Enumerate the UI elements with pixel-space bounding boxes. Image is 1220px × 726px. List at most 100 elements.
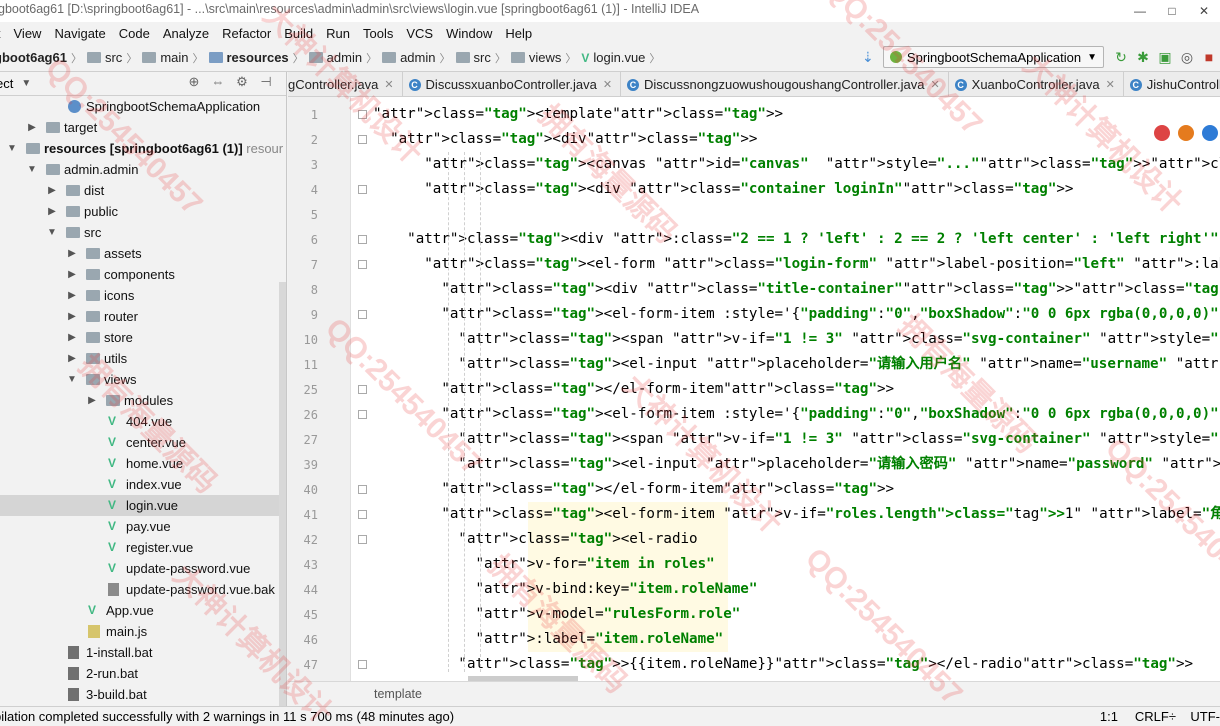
fold-marker-icon[interactable] — [358, 535, 367, 544]
coverage-icon[interactable]: ▣ — [1154, 49, 1176, 66]
tree-item[interactable]: update-password.vue.bak — [0, 579, 286, 600]
menu-view[interactable]: View — [14, 26, 42, 41]
tree-item[interactable]: Vhome.vue — [0, 453, 286, 474]
code-line[interactable]: "attr">v-model="rulesForm.role" — [373, 602, 741, 627]
breadcrumb-item[interactable]: gboot6ag61 〉 — [0, 50, 87, 66]
tree-item[interactable]: ▶ assets — [0, 243, 286, 264]
code-line[interactable]: "attr">class="tag"><div "attr">class="co… — [373, 177, 1073, 202]
close-button[interactable]: ✕ — [1188, 0, 1220, 22]
debug-icon[interactable]: ✱ — [1132, 49, 1154, 66]
breadcrumb-item[interactable]: main 〉 — [142, 50, 208, 66]
expand-right-icon[interactable]: ▶ — [66, 264, 78, 285]
tree-item[interactable]: Vcenter.vue — [0, 432, 286, 453]
tree-item[interactable]: Vpay.vue — [0, 516, 286, 537]
code-line[interactable]: "attr">class="tag"></el-form-item"attr">… — [373, 377, 894, 402]
tree-item[interactable]: ▶ target — [0, 117, 286, 138]
tree-item[interactable]: ▼ resources [springboot6ag61 (1)] resour — [0, 138, 286, 159]
code-line[interactable]: "attr">class="tag">>{{item.roleName}}"at… — [373, 652, 1193, 677]
code-line[interactable]: "attr">v-bind:key="item.roleName" — [373, 577, 758, 602]
expand-right-icon[interactable]: ▶ — [86, 390, 98, 411]
editor-tab[interactable]: C XuanboController.java ✕ — [949, 72, 1124, 97]
fold-marker-icon[interactable] — [358, 110, 367, 119]
editor-breadcrumb-item[interactable]: template — [374, 687, 422, 701]
tree-item[interactable]: ▶ modules — [0, 390, 286, 411]
expand-down-icon[interactable]: ▼ — [6, 138, 18, 159]
code-line[interactable]: "attr">class="tag"><span "attr">v-if="1 … — [373, 327, 1220, 352]
editor-tab[interactable]: C DiscussnongzuowushougoushangController.… — [621, 72, 949, 97]
breadcrumb-item[interactable]: src 〉 — [86, 50, 142, 66]
tree-item[interactable]: ▼ admin.admin — [0, 159, 286, 180]
code-line[interactable]: "attr">class="tag"><el-input "attr">plac… — [373, 452, 1220, 477]
code-line[interactable]: "attr">class="tag"><canvas "attr">id="ca… — [373, 152, 1220, 177]
code-line[interactable]: "attr">class="tag"><div "attr">:class="2… — [373, 227, 1220, 252]
breadcrumb-item[interactable]: Vlogin.vue 〉 — [581, 50, 665, 66]
expand-down-icon[interactable]: ▼ — [66, 369, 78, 390]
caret-position[interactable]: 1:1 — [1100, 707, 1118, 726]
expand-right-icon[interactable]: ▶ — [66, 327, 78, 348]
expand-right-icon[interactable]: ▶ — [46, 180, 58, 201]
tree-item[interactable]: SpringbootSchemaApplication — [0, 96, 286, 117]
code-line[interactable]: "attr">class="tag"><el-form-item "attr">… — [373, 502, 1220, 527]
tree-item[interactable]: ▶ router — [0, 306, 286, 327]
fold-marker-icon[interactable] — [358, 135, 367, 144]
menu-code[interactable]: Code — [119, 26, 150, 41]
profile-icon[interactable]: ◎ — [1176, 49, 1198, 66]
code-line[interactable]: "attr">class="tag"><el-form-item :style=… — [373, 402, 1220, 427]
tree-item[interactable]: Vregister.vue — [0, 537, 286, 558]
tree-item[interactable]: V 404.vue — [0, 411, 286, 432]
code-line[interactable]: "attr">class="tag"><el-input "attr">plac… — [373, 352, 1220, 377]
expand-right-icon[interactable]: ▶ — [66, 243, 78, 264]
code-line[interactable]: "attr">class="tag"><template"attr">class… — [373, 102, 783, 127]
expand-down-icon[interactable]: ▼ — [26, 159, 38, 180]
close-tab-icon[interactable]: ✕ — [384, 73, 393, 97]
editor-tab[interactable]: C DiscussxuanboController.java ✕ — [403, 72, 622, 97]
tree-item[interactable]: ▶ public — [0, 201, 286, 222]
tree-item[interactable]: ▶ icons — [0, 285, 286, 306]
line-separator[interactable]: CRLF÷ — [1135, 707, 1176, 726]
breadcrumb-item[interactable]: admin 〉 — [308, 50, 382, 66]
fold-marker-icon[interactable] — [358, 235, 367, 244]
code-editor[interactable]: 1 2 3 4 5 6 7 8 9 10 11 25 26 27 39 40 41 42 43 44 45 46 47 "a… — [288, 97, 1220, 681]
editor-tab[interactable]: C JishuControll — [1124, 72, 1220, 96]
code-line[interactable]: "attr">class="tag"><el-form-item :style=… — [373, 302, 1220, 327]
run-configuration-select[interactable]: SpringbootSchemaApplication ▼ — [882, 46, 1104, 68]
menu-navigate[interactable]: Navigate — [54, 26, 105, 41]
code-line[interactable]: "attr">class="tag"><el-form "attr">class… — [373, 252, 1220, 277]
fold-marker-icon[interactable] — [358, 660, 367, 669]
fold-marker-icon[interactable] — [358, 485, 367, 494]
hide-icon[interactable]: ⊣ — [254, 74, 278, 90]
project-scrollbar[interactable] — [279, 282, 286, 706]
rerun-icon[interactable]: ↻ — [1110, 49, 1132, 66]
editor-tab[interactable]: gController.java ✕ — [288, 72, 403, 97]
menu-vcs[interactable]: VCS — [406, 26, 433, 41]
chrome-icon[interactable] — [1154, 125, 1170, 141]
tree-item[interactable]: 1-install.bat — [0, 642, 286, 663]
menu-help[interactable]: Help — [505, 26, 532, 41]
code-line[interactable]: "attr">:label="item.roleName" — [373, 627, 724, 652]
firefox-icon[interactable] — [1178, 125, 1194, 141]
tree-item[interactable]: ▶ components — [0, 264, 286, 285]
stop-icon[interactable]: ■ — [1198, 49, 1220, 65]
code-line[interactable]: "attr">class="tag"><div"attr">class="tag… — [373, 127, 757, 152]
code-line[interactable]: "attr">class="tag"><div "attr">class="ti… — [373, 277, 1220, 302]
fold-marker-icon[interactable] — [358, 310, 367, 319]
collapse-all-icon[interactable]: ⇔ — [206, 74, 230, 90]
code-line[interactable]: "attr">class="tag"></el-form-item"attr">… — [373, 477, 894, 502]
fold-marker-icon[interactable] — [358, 260, 367, 269]
tree-item[interactable]: Vindex.vue — [0, 474, 286, 495]
menu-run[interactable]: Run — [326, 26, 350, 41]
menu-build[interactable]: Build — [284, 26, 313, 41]
menu-analyze[interactable]: Analyze — [163, 26, 209, 41]
tree-item[interactable]: Vlogin.vue — [0, 495, 286, 516]
close-tab-icon[interactable]: ✕ — [603, 73, 612, 97]
breadcrumb-item[interactable]: resources 〉 — [208, 50, 309, 66]
expand-right-icon[interactable]: ▶ — [26, 117, 38, 138]
menu-edit[interactable]: it — [0, 26, 1, 41]
maximize-button[interactable]: □ — [1156, 0, 1188, 22]
tree-item[interactable]: ▶ dist — [0, 180, 286, 201]
close-tab-icon[interactable]: ✕ — [1106, 73, 1115, 97]
code-line[interactable]: "attr">v-for="item in roles" — [373, 552, 715, 577]
chevron-down-icon[interactable]: ▼ — [21, 78, 31, 89]
fold-marker-icon[interactable] — [358, 410, 367, 419]
close-tab-icon[interactable]: ✕ — [930, 73, 939, 97]
